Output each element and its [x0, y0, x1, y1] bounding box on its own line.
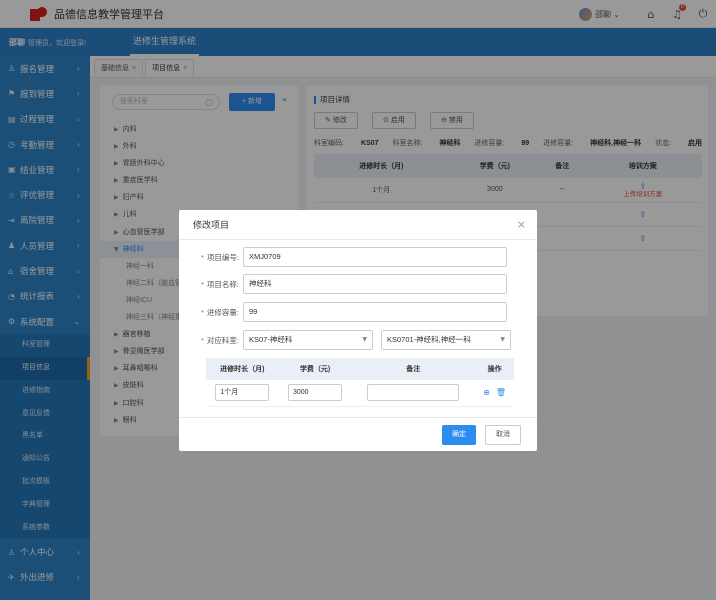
name-row: * 项目名称: 神经科 [179, 274, 507, 294]
trash-icon[interactable]: 🗑 [496, 388, 506, 397]
dept-select[interactable]: KS07-神经科 ▼ [243, 330, 373, 350]
edit-project-modal: 修改项目 × * 项目编号: XMJ0709 * 项目名称: 神经科 * 进修容量: … [179, 210, 537, 451]
close-icon[interactable]: × [517, 218, 526, 231]
capacity-row: * 进修容量: 99 [179, 302, 507, 322]
modal-title: 修改项目 [179, 210, 537, 240]
chevron-down-icon: ▼ [362, 336, 367, 343]
dept-row: * 对应科室: KS07-神经科 ▼ KS0701-神经科,神经一科 ▼ [179, 330, 511, 350]
column-header: 备注 [351, 358, 476, 380]
chevron-down-icon: ▼ [500, 336, 505, 343]
note-input[interactable] [367, 384, 460, 402]
duration-input[interactable]: 1个月 [215, 384, 270, 402]
project-name-input[interactable]: 神经科 [243, 274, 507, 294]
capacity-input[interactable]: 99 [243, 302, 507, 322]
modal-footer: 确定 取消 [179, 417, 537, 451]
project-code-input[interactable]: XMJ0709 [243, 247, 507, 267]
column-header: 操作 [475, 358, 514, 380]
code-row: * 项目编号: XMJ0709 [179, 247, 507, 267]
fee-input[interactable]: 3000 [288, 384, 342, 402]
sub-dept-select[interactable]: KS0701-神经科,神经一科 ▼ [381, 330, 511, 350]
column-header: 学费（元) [278, 358, 352, 380]
modal-fee-table: 进修时长（月) 学费（元) 备注 操作 1个月 3000 ⊕ 🗑 [206, 358, 514, 407]
cancel-button[interactable]: 取消 [485, 425, 521, 445]
confirm-button[interactable]: 确定 [442, 425, 476, 445]
table-row: 1个月 3000 ⊕ 🗑 [206, 380, 514, 407]
add-circle-icon[interactable]: ⊕ [483, 388, 490, 397]
column-header: 进修时长（月) [206, 358, 279, 380]
